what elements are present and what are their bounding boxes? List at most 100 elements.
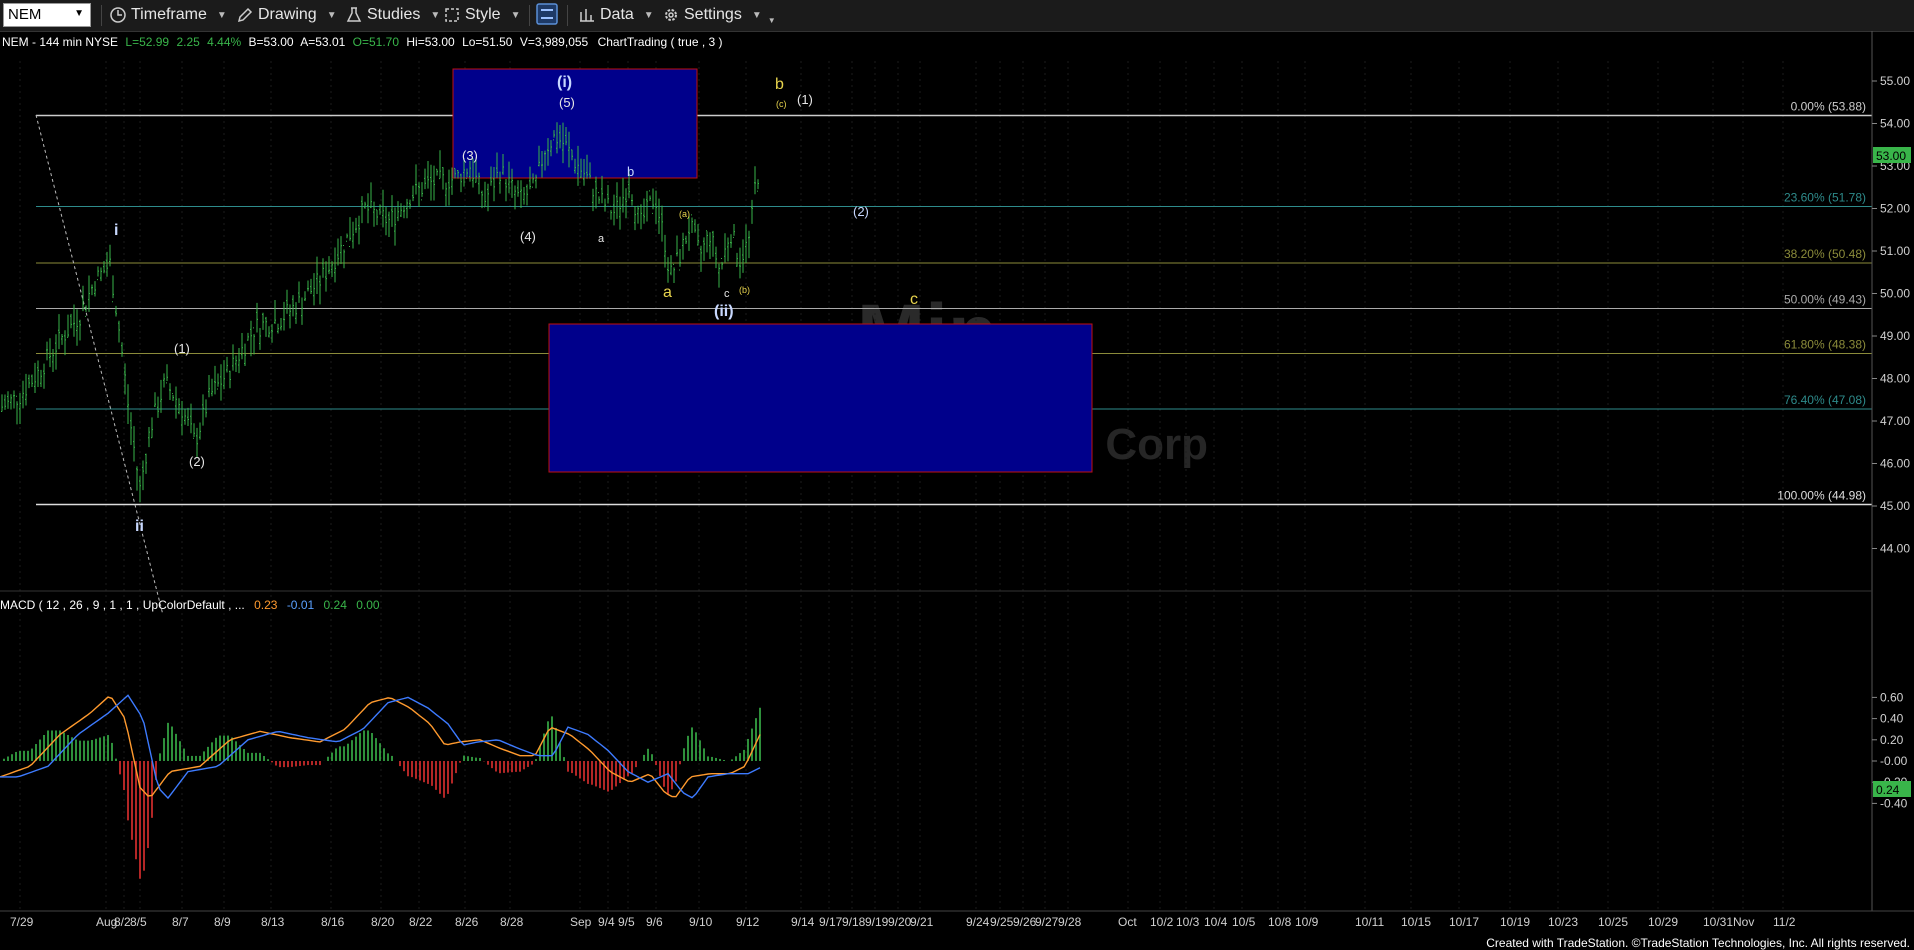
price-bar [352,221,354,249]
price-bar [436,168,438,176]
price-bar [715,246,717,269]
price-bar [253,327,255,355]
macd-avg: -0.01 [287,598,315,612]
data-label: Data [600,6,634,23]
price-bar [754,166,756,195]
price-axis[interactable]: 55.00 54.00 53.00 52.00 51.00 50.00 49.00 48.00… [1872,74,1910,556]
toolbar-separator [101,5,102,26]
study-label: ChartTrading ( true , 3 ) [598,35,723,49]
wave-label: (2) [189,454,205,469]
price-bar [193,423,195,439]
time-tick-label: 8/20 [371,915,395,929]
wave-label: (i) [557,74,572,91]
price-bar [484,181,486,208]
price-bar [724,233,726,263]
chevron-down-icon: ▼ [326,9,337,21]
price-bar [265,316,267,337]
price-bar [409,199,411,209]
price-bar [334,247,336,283]
price-bar [37,360,39,388]
macd-tick-label: 0.20 [1880,733,1904,747]
price-bar [595,176,597,209]
price-bar [304,291,306,301]
timeframe-label: Timeframe [131,6,207,23]
price-bar [238,348,240,374]
overflow-icon[interactable]: ▼ [768,16,776,25]
price-bar [481,190,483,209]
price-bar [622,177,624,213]
price-bar [433,165,435,201]
price-bar [526,184,528,206]
price-bar [748,230,750,259]
symbol-value: NEM [8,6,42,23]
style-button[interactable]: Style ▼ [443,4,520,26]
price-bar [268,326,270,338]
price-bar [142,460,144,491]
price-bar [733,224,735,238]
time-tick-label: 9/27 [1035,915,1059,929]
price-bar [343,245,345,269]
time-tick-label: 9/24 [966,915,990,929]
price-bar [514,185,516,210]
time-tick-label: 10/2 [1150,915,1174,929]
chevron-down-icon: ▼ [430,9,441,21]
time-tick-label: 10/25 [1598,915,1628,929]
price-tick-label: 46.00 [1880,457,1910,471]
price-bar [688,215,690,251]
symbol-input[interactable]: NEM ▼ [3,3,91,27]
price-bar [262,312,264,330]
price-bar [658,198,660,235]
volume-value: V=3,989,055 [520,35,589,49]
price-bar [751,199,753,224]
price-bar [439,150,441,180]
macd-tick-label: -0.00 [1880,754,1908,768]
price-bar [706,230,708,253]
macd-title: MACD ( 12 , 26 , 9 , 1 , 1 , UpColorDefa… [0,598,245,612]
symbol-info: NEM - 144 min NYSE [2,35,118,49]
time-tick-label: 10/31 [1703,915,1733,929]
data-button[interactable]: Data ▼ [578,4,654,26]
price-bar [250,320,252,357]
price-bar [280,317,282,331]
time-tick-label: 9/20 [888,915,912,929]
fib-level-label: 76.40% (47.08) [1784,393,1866,407]
drawing-label: Drawing [258,6,317,23]
price-bar [364,201,366,209]
price-bar [214,365,216,395]
trend-line[interactable] [35,114,164,616]
toolbar: NEM ▼ Timeframe ▼ Drawing ▼ Studies ▼ St… [0,0,1914,32]
price-bar [49,338,51,368]
timeframe-button[interactable]: Timeframe ▼ [109,4,227,26]
style-icon [445,8,459,22]
price-tick-label: 52.00 [1880,202,1910,216]
wave-label: i [114,222,118,239]
price-bar [241,332,243,360]
price-bar [61,333,63,345]
price-bar [145,453,147,474]
time-tick-label: 10/15 [1401,915,1431,929]
time-axis[interactable]: 7/29 Aug8/2 8/5 8/7 8/9 8/13 8/16 8/20 8/22 8/26 8… [10,915,1796,929]
studies-button[interactable]: Studies ▼ [345,4,440,26]
price-bar [385,206,387,236]
price-bar [19,392,21,424]
time-tick-label: 9/19 [865,915,889,929]
price-bar [235,355,237,372]
time-tick-label: 7/29 [10,915,34,929]
price-bar [700,245,702,272]
layout-button[interactable] [535,3,559,25]
time-tick-label: 9/17 [819,915,843,929]
target-box-lower[interactable] [548,323,1093,473]
price-bar [400,203,402,217]
price-bar [298,281,300,303]
footer-credit: Created with TradeStation. ©TradeStation… [1486,936,1910,950]
time-tick-label: 11/2 [1773,915,1796,929]
price-bar [727,237,729,262]
price-bar [259,327,261,350]
price-tick-label: 51.00 [1880,244,1910,258]
chart-area[interactable]: NEM - 144 min NYSE L=52.99 2.25 4.44% B=… [0,31,1914,950]
price-bar [43,363,45,389]
price-bar [73,304,75,337]
price-bar [181,400,183,436]
settings-button[interactable]: Settings ▼ ▼ [662,4,776,26]
drawing-button[interactable]: Drawing ▼ [236,4,337,26]
